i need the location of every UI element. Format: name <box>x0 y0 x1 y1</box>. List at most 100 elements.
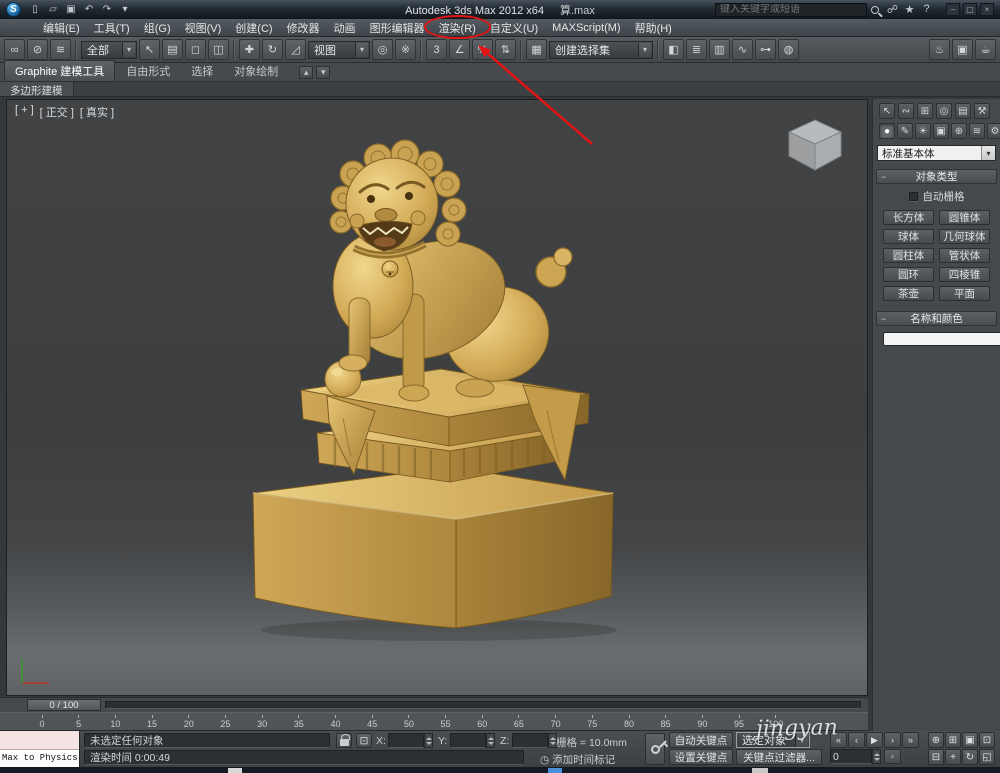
menu-item[interactable]: 视图(V) <box>178 19 229 36</box>
y-coordinate-field[interactable] <box>450 733 486 748</box>
zoom-all-icon[interactable]: ⊞ <box>945 732 961 748</box>
previous-frame-icon[interactable]: ‹ <box>848 732 865 748</box>
lights-category-icon[interactable]: ☀ <box>915 123 931 139</box>
hierarchy-tab-icon[interactable]: ⊞ <box>917 103 933 119</box>
object-type-button[interactable]: 球体 <box>883 229 934 244</box>
selection-region-icon[interactable]: ◻ <box>185 39 206 60</box>
spinner-up-icon[interactable] <box>425 736 432 740</box>
listener-row[interactable]: Max to Physics ( <box>0 749 79 767</box>
systems-category-icon[interactable]: ⚙ <box>987 123 1000 139</box>
helpers-category-icon[interactable]: ⊕ <box>951 123 967 139</box>
macro-recorder-row[interactable] <box>0 731 79 750</box>
object-type-button[interactable]: 圆柱体 <box>883 248 934 263</box>
key-filters-button[interactable]: 关键点过滤器... <box>736 749 822 765</box>
open-file-icon[interactable]: ▱ <box>45 2 61 17</box>
render-setup-icon[interactable]: ♨ <box>929 39 950 60</box>
reference-coordinate-dropdown[interactable]: 视图 ▾ <box>308 40 370 59</box>
pan-view-icon[interactable]: + <box>945 749 961 765</box>
menu-item[interactable]: 工具(T) <box>87 19 137 36</box>
maximize-button[interactable]: ▢ <box>963 3 977 16</box>
taskbar-item[interactable] <box>548 768 562 773</box>
play-animation-icon[interactable]: ▶ <box>866 732 883 748</box>
geometry-category-icon[interactable]: ● <box>879 123 895 139</box>
layer-manager-icon[interactable]: ▥ <box>709 39 730 60</box>
set-key-button[interactable]: 设置关键点 <box>669 749 733 765</box>
lion-statue-model[interactable] <box>157 122 657 696</box>
selection-filter-dropdown[interactable]: 全部 ▾ <box>81 40 137 59</box>
selection-lock-toggle[interactable] <box>336 733 352 748</box>
name-color-rollout-header[interactable]: − 名称和颜色 <box>876 311 997 326</box>
render-production-icon[interactable]: ☕ <box>975 39 996 60</box>
menu-item[interactable]: 图形编辑器 <box>363 19 432 36</box>
object-type-button[interactable]: 圆环 <box>883 267 934 282</box>
subcategory-dropdown[interactable]: 标准基本体 ▾ <box>877 145 996 161</box>
spinner-snap-icon[interactable]: ⇅ <box>495 39 516 60</box>
edit-named-selection-sets-icon[interactable]: ▦ <box>526 39 547 60</box>
spinner-down-icon[interactable] <box>487 741 494 745</box>
workspace-dropdown-icon[interactable]: ▾ <box>117 2 133 17</box>
object-type-button[interactable]: 几何球体 <box>939 229 990 244</box>
angle-snap-icon[interactable]: ∠ <box>449 39 470 60</box>
select-and-move-icon[interactable]: ✚ <box>239 39 260 60</box>
spinner-down-icon[interactable] <box>873 757 880 761</box>
taskbar-item[interactable] <box>228 768 242 773</box>
named-selection-sets-dropdown[interactable]: 创建选择集 ▾ <box>549 40 653 59</box>
select-object-icon[interactable]: ↖ <box>139 39 160 60</box>
snap-toggle-3d-icon[interactable]: 3 <box>426 39 447 60</box>
modify-tab-icon[interactable]: ∾ <box>898 103 914 119</box>
tab-graphite-modeling[interactable]: Graphite 建模工具 <box>4 60 116 81</box>
align-icon[interactable]: ≣ <box>686 39 707 60</box>
viewport-general-menu[interactable]: [ + ] <box>15 104 34 120</box>
bind-to-space-warp-icon[interactable]: ≋ <box>50 39 71 60</box>
current-frame-field[interactable] <box>830 749 872 764</box>
object-type-button[interactable]: 平面 <box>939 286 990 301</box>
autogrid-checkbox[interactable] <box>908 192 918 201</box>
zoom-icon[interactable]: ⊕ <box>928 732 944 748</box>
track-bar[interactable]: 0 5 10 15 20 25 30 35 40 45 50 55 60 65 70 75 80 85 90 95 10… <box>0 712 868 731</box>
display-tab-icon[interactable]: ▤ <box>955 103 971 119</box>
schematic-view-icon[interactable]: ⊶ <box>755 39 776 60</box>
spinner-down-icon[interactable] <box>425 741 432 745</box>
3dsmax-logo[interactable]: S <box>6 2 21 17</box>
x-spinner[interactable] <box>424 733 433 748</box>
ribbon-options-dropdown-icon[interactable]: ▾ <box>316 65 331 79</box>
search-input[interactable] <box>715 2 867 17</box>
viewcube[interactable] <box>779 112 851 176</box>
x-coordinate-field[interactable] <box>388 733 424 748</box>
select-and-manipulate-icon[interactable]: ※ <box>395 39 416 60</box>
rendered-frame-window-icon[interactable]: ▣ <box>952 39 973 60</box>
utilities-tab-icon[interactable]: ⚒ <box>974 103 990 119</box>
z-coordinate-field[interactable] <box>512 733 548 748</box>
spinner-up-icon[interactable] <box>487 736 494 740</box>
undo-icon[interactable]: ↶ <box>81 2 97 17</box>
time-slider-track[interactable] <box>105 701 861 709</box>
favorites-star-icon[interactable]: ★ <box>902 3 917 16</box>
save-file-icon[interactable]: ▣ <box>63 2 79 17</box>
menu-item[interactable]: 组(G) <box>137 19 178 36</box>
space-warps-category-icon[interactable]: ≋ <box>969 123 985 139</box>
go-to-start-icon[interactable]: « <box>830 732 847 748</box>
help-icon[interactable]: ? <box>919 3 934 16</box>
zoom-extents-all-icon[interactable]: ⊡ <box>979 732 995 748</box>
menu-item[interactable]: 创建(C) <box>228 19 279 36</box>
y-spinner[interactable] <box>486 733 495 748</box>
search-icon[interactable] <box>871 5 879 14</box>
close-button[interactable]: × <box>980 3 994 16</box>
communication-center-icon[interactable]: ☍ <box>885 3 900 16</box>
select-and-scale-icon[interactable]: ◿ <box>285 39 306 60</box>
redo-icon[interactable]: ↷ <box>99 2 115 17</box>
orthographic-viewport[interactable]: [ + ] [ 正交 ] [ 真实 ] <box>6 99 868 696</box>
viewport-pov-menu[interactable]: [ 正交 ] <box>40 104 74 120</box>
orbit-icon[interactable]: ↻ <box>962 749 978 765</box>
subtab-polygon-modeling[interactable]: 多边形建模 <box>0 82 74 97</box>
menu-item[interactable]: 动画 <box>327 19 363 36</box>
new-scene-icon[interactable]: ▯ <box>27 2 43 17</box>
select-by-name-icon[interactable]: ▤ <box>162 39 183 60</box>
tab-object-paint[interactable]: 对象绘制 <box>224 61 288 81</box>
key-mode-toggle[interactable]: ◦ <box>884 749 901 764</box>
window-crossing-icon[interactable]: ◫ <box>208 39 229 60</box>
curve-editor-icon[interactable]: ∿ <box>732 39 753 60</box>
go-to-end-icon[interactable]: » <box>902 732 919 748</box>
spinner-up-icon[interactable] <box>549 736 556 740</box>
next-frame-icon[interactable]: › <box>884 732 901 748</box>
